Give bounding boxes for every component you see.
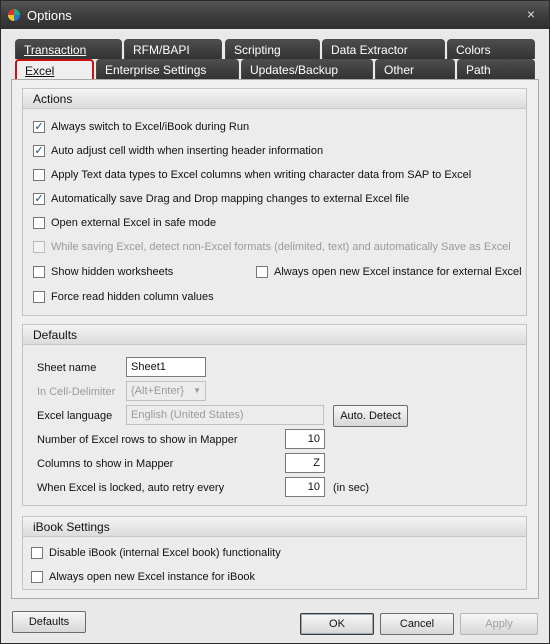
- detect-non-excel-checkbox: While saving Excel, detect non-Excel for…: [33, 241, 511, 253]
- auto-save-mapping-checkbox[interactable]: ✓ Automatically save Drag and Drop mappin…: [33, 193, 409, 205]
- ibook-new-instance-checkbox[interactable]: Always open new Excel instance for iBook: [31, 571, 255, 583]
- tab-rfm-bapi[interactable]: RFM/BAPI: [124, 39, 222, 59]
- checkbox-unchecked-icon: [33, 266, 45, 278]
- checkbox-unchecked-icon: [33, 241, 45, 253]
- show-hidden-worksheets-checkbox[interactable]: Show hidden worksheets: [33, 266, 173, 278]
- close-icon[interactable]: ×: [523, 6, 539, 22]
- auto-adjust-width-checkbox[interactable]: ✓ Auto adjust cell width when inserting h…: [33, 145, 323, 157]
- excel-language-label: Excel language: [37, 410, 113, 422]
- options-dialog: Options × Transaction RFM/BAPI Scripting…: [0, 0, 550, 644]
- retry-label: When Excel is locked, auto retry every: [37, 482, 225, 494]
- checkbox-unchecked-icon: [31, 571, 43, 583]
- disable-ibook-checkbox[interactable]: Disable iBook (internal Excel book) func…: [31, 547, 281, 559]
- columns-label: Columns to show in Mapper: [37, 458, 174, 470]
- tab-excel[interactable]: Excel: [15, 59, 94, 79]
- actions-group: Actions ✓ Always switch to Excel/iBook du…: [22, 88, 527, 316]
- tab-updates-backup[interactable]: Updates/Backup: [241, 59, 373, 79]
- checkbox-checked-icon: ✓: [33, 145, 45, 157]
- tab-data-extractor[interactable]: Data Extractor: [322, 39, 445, 59]
- excel-language-input: English (United States): [126, 405, 324, 425]
- title-bar: Options ×: [1, 1, 549, 29]
- tab-other[interactable]: Other: [375, 59, 455, 79]
- window-title: Options: [27, 8, 72, 23]
- defaults-button[interactable]: Defaults: [12, 611, 86, 633]
- new-excel-instance-checkbox[interactable]: Always open new Excel instance for exter…: [256, 266, 522, 278]
- tab-path[interactable]: Path: [457, 59, 535, 79]
- defaults-group: Defaults Sheet name Sheet1 In Cell-Delim…: [22, 324, 527, 506]
- rows-input[interactable]: 10: [285, 429, 325, 449]
- safe-mode-checkbox[interactable]: Open external Excel in safe mode: [33, 217, 216, 229]
- chevron-down-icon: ▼: [193, 386, 201, 395]
- actions-header: Actions: [23, 89, 526, 109]
- ibook-group: iBook Settings Disable iBook (internal E…: [22, 516, 527, 590]
- defaults-header: Defaults: [23, 325, 526, 345]
- always-switch-checkbox[interactable]: ✓ Always switch to Excel/iBook during Run: [33, 121, 249, 133]
- auto-detect-button[interactable]: Auto. Detect: [333, 405, 408, 427]
- checkbox-unchecked-icon: [33, 291, 45, 303]
- ibook-header: iBook Settings: [23, 517, 526, 537]
- rows-label: Number of Excel rows to show in Mapper: [37, 434, 238, 446]
- checkbox-unchecked-icon: [33, 217, 45, 229]
- checkbox-unchecked-icon: [256, 266, 268, 278]
- columns-input[interactable]: Z: [285, 453, 325, 473]
- tab-colors[interactable]: Colors: [447, 39, 535, 59]
- colorful-app-icon: [7, 8, 21, 22]
- delimiter-dropdown: {Alt+Enter} ▼: [126, 381, 206, 401]
- checkbox-checked-icon: ✓: [33, 121, 45, 133]
- apply-button: Apply: [460, 613, 538, 635]
- ok-button[interactable]: OK: [300, 613, 374, 635]
- tab-scripting[interactable]: Scripting: [225, 39, 320, 59]
- cancel-button[interactable]: Cancel: [380, 613, 454, 635]
- retry-unit-label: (in sec): [333, 482, 370, 494]
- checkbox-unchecked-icon: [31, 547, 43, 559]
- checkbox-unchecked-icon: [33, 169, 45, 181]
- sheet-name-label: Sheet name: [37, 362, 97, 374]
- force-read-hidden-checkbox[interactable]: Force read hidden column values: [33, 291, 214, 303]
- tab-enterprise-settings[interactable]: Enterprise Settings: [96, 59, 239, 79]
- tab-strip: Transaction RFM/BAPI Scripting Data Extr…: [1, 29, 549, 79]
- excel-tab-panel: Actions ✓ Always switch to Excel/iBook du…: [11, 79, 539, 599]
- retry-input[interactable]: 10: [285, 477, 325, 497]
- apply-text-types-checkbox[interactable]: Apply Text data types to Excel columns w…: [33, 169, 471, 181]
- tab-transaction[interactable]: Transaction: [15, 39, 122, 59]
- sheet-name-input[interactable]: Sheet1: [126, 357, 206, 377]
- delimiter-label: In Cell-Delimiter: [37, 386, 116, 398]
- checkbox-checked-icon: ✓: [33, 193, 45, 205]
